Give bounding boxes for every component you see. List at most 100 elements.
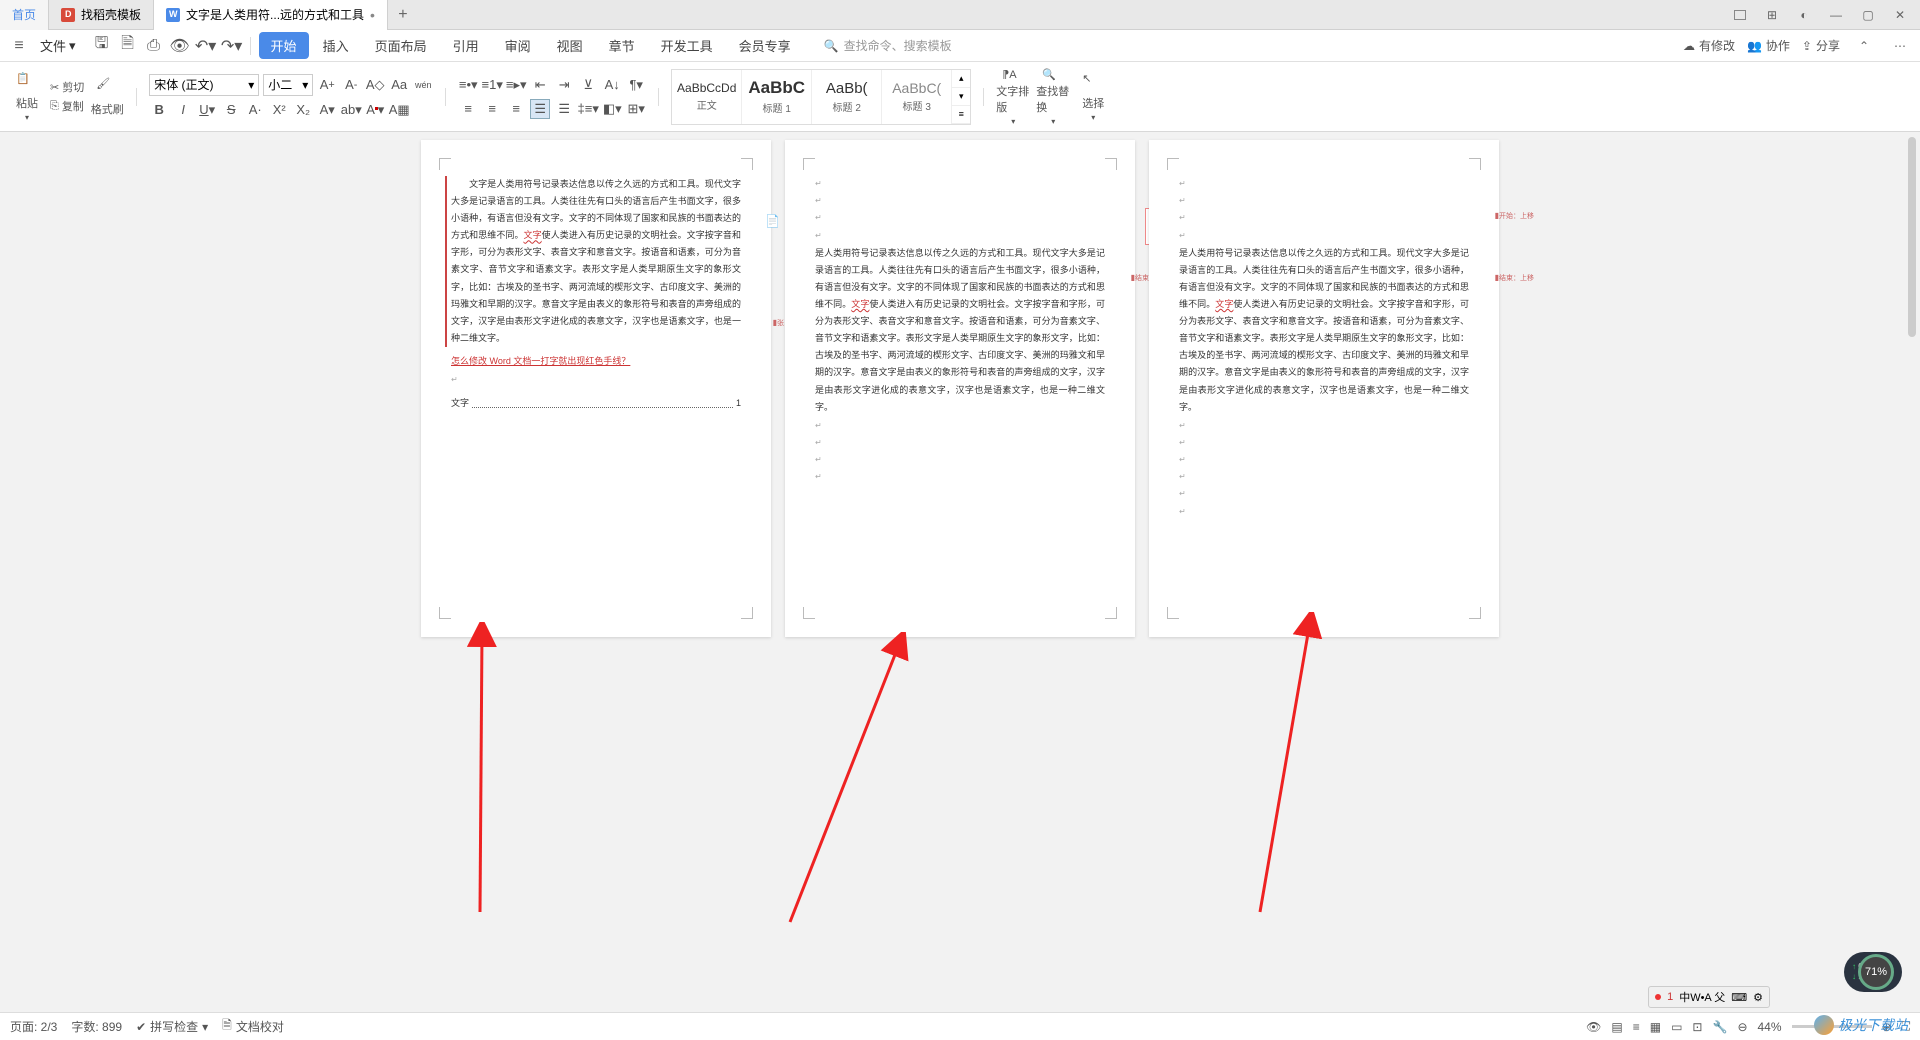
tab-button[interactable]: ⊻ [578,75,598,95]
style-heading3[interactable]: AaBbC(标题 3 [882,70,952,124]
cut-button[interactable]: ✂剪切 [50,79,84,95]
typeset-button[interactable]: ⁋A文字排版▾ [996,72,1030,122]
zoom-value[interactable]: 44% [1758,1020,1782,1034]
ribbon-tab-view[interactable]: 视图 [545,32,595,59]
share-button[interactable]: ⇪分享 [1802,37,1840,54]
bold-button[interactable]: B [149,100,169,120]
copy-button[interactable]: ⎘复制 [50,98,84,114]
maximize-button[interactable]: ▢ [1856,3,1880,27]
word-count[interactable]: 字数: 899 [71,1018,122,1035]
line-spacing-button[interactable]: ‡≡▾ [578,99,598,119]
minimize-button[interactable]: — [1824,3,1848,27]
ribbon-tab-review[interactable]: 审阅 [493,32,543,59]
new-tab-button[interactable]: + [388,6,418,24]
vertical-scrollbar[interactable] [1906,132,1918,1012]
superscript-button[interactable]: X² [269,100,289,120]
strike-button[interactable]: S [221,100,241,120]
view-web-icon[interactable]: ▦ [1650,1020,1661,1034]
skin-icon[interactable]: ◐ [1792,3,1816,27]
spellcheck-toggle[interactable]: ✔拼写检查▾ [136,1018,208,1035]
align-center-button[interactable]: ≡ [482,99,502,119]
font-name-combo[interactable]: 宋体 (正文)▾ [149,74,259,96]
coop-button[interactable]: 👥协作 [1747,37,1790,54]
highlight-button[interactable]: ab▾ [341,100,361,120]
view-print-icon[interactable]: ▤ [1611,1020,1622,1034]
ribbon-tab-layout[interactable]: 页面布局 [363,32,439,59]
usage-circle[interactable]: 71% [1858,954,1894,990]
ribbon-tab-insert[interactable]: 插入 [311,32,361,59]
emphasis-button[interactable]: A· [245,100,265,120]
char-shading-button[interactable]: A▦ [389,100,409,120]
document-area[interactable]: 文字是人类用符号记录表达信息以传之久远的方式和工具。现代文字大多是记录语言的工具… [0,132,1920,1012]
layout-icon[interactable] [1728,3,1752,27]
align-justify-button[interactable]: ☰ [530,99,550,119]
save-button[interactable]: 🖫 [92,36,112,56]
hamburger-icon[interactable]: ≡ [8,35,30,57]
page-2[interactable]: 📄 ↵↵↵↵ 是人类用符号记录表达信息以传之久远的方式和工具。现代文字大多是记录… [785,140,1135,637]
shading-button[interactable]: ◧▾ [602,99,622,119]
close-button[interactable]: ✕ [1888,3,1912,27]
ime-bar[interactable]: 1 中W•A 父 ⌨ ⚙ [1648,986,1770,1008]
tab-document[interactable]: 文字是人类用符...远的方式和工具 • [154,0,388,30]
clear-format-button[interactable]: A◇ [365,75,385,95]
style-heading2[interactable]: AaBb(标题 2 [812,70,882,124]
ribbon-tab-start[interactable]: 开始 [259,32,309,59]
file-menu[interactable]: 文件▾ [32,36,84,55]
ruler-icon[interactable]: 🔧 [1712,1020,1727,1034]
underline-button[interactable]: U▾ [197,100,217,120]
tab-home[interactable]: 首页 [0,0,49,30]
multilevel-button[interactable]: ≡▸▾ [506,75,526,95]
font-size-combo[interactable]: 小二▾ [263,74,313,96]
text-effect-button[interactable]: A▾ [317,100,337,120]
find-replace-button[interactable]: 🔍查找替换▾ [1036,72,1070,122]
view-read-icon[interactable]: ▭ [1671,1020,1682,1034]
select-button[interactable]: ↖选择▾ [1076,72,1110,122]
sort-button[interactable]: A↓ [602,75,622,95]
command-search[interactable]: 🔍 查找命令、搜索模板 [815,33,961,58]
page1-link[interactable]: 怎么修改 Word 文档一打字就出现红色手线？ [451,356,630,366]
undo-button[interactable]: ↶▾ [196,36,216,56]
align-right-button[interactable]: ≡ [506,99,526,119]
zoom-out-button[interactable]: ⊖ [1737,1020,1747,1034]
page-1[interactable]: 文字是人类用符号记录表达信息以传之久远的方式和工具。现代文字大多是记录语言的工具… [421,140,771,637]
view-focus-icon[interactable]: ⊡ [1692,1020,1702,1034]
numbering-button[interactable]: ≡1▾ [482,75,502,95]
italic-button[interactable]: I [173,100,193,120]
view-outline-icon[interactable]: ≡ [1633,1020,1640,1034]
saveas-button[interactable]: 🗎 [118,36,138,56]
network-widget[interactable]: ↑ 0K/s ↓ 1.2K/s 71% [1844,952,1902,992]
bullets-button[interactable]: ≡•▾ [458,75,478,95]
more-icon[interactable]: ⋯ [1888,34,1912,58]
ribbon-tab-chapter[interactable]: 章节 [597,32,647,59]
align-distribute-button[interactable]: ☰ [554,99,574,119]
comment-marker-3a[interactable]: ▮开始：上移 [1495,208,1534,223]
outdent-button[interactable]: ⇤ [530,75,550,95]
page-count[interactable]: 页面: 2/3 [10,1018,57,1035]
paste-button[interactable]: 📋 粘贴▾ [10,72,44,122]
preview-button[interactable]: 👁 [170,36,190,56]
tab-templates[interactable]: 找稻壳模板 [49,0,154,30]
collapse-ribbon-button[interactable]: ⌃ [1852,34,1876,58]
format-painter-button[interactable]: 🖌 格式刷 [90,72,124,122]
eye-mode-icon[interactable]: 👁 [1586,1020,1601,1034]
print-button[interactable]: ⎙ [144,36,164,56]
style-normal[interactable]: AaBbCcDd正文 [672,70,742,124]
redo-button[interactable]: ↷▾ [222,36,242,56]
style-scroll[interactable]: ▴▾≡ [952,70,970,124]
change-case-button[interactable]: Aa [389,75,409,95]
borders-button[interactable]: ⊞▾ [626,99,646,119]
ribbon-tab-devtools[interactable]: 开发工具 [649,32,725,59]
style-heading1[interactable]: AaBbC标题 1 [742,70,812,124]
shrink-font-button[interactable]: A- [341,75,361,95]
changes-status[interactable]: ☁有修改 [1683,37,1735,54]
font-color-button[interactable]: A▾ [365,100,385,120]
grow-font-button[interactable]: A+ [317,75,337,95]
indent-button[interactable]: ⇥ [554,75,574,95]
ribbon-tab-member[interactable]: 会员专享 [727,32,803,59]
subscript-button[interactable]: X₂ [293,100,313,120]
comment-marker-3b[interactable]: ▮结束：上移 [1495,270,1534,285]
ribbon-tab-references[interactable]: 引用 [441,32,491,59]
showmarks-button[interactable]: ¶▾ [626,75,646,95]
phonetic-button[interactable]: wén [413,75,433,95]
content-check[interactable]: 🗎文档校对 [222,1016,284,1037]
